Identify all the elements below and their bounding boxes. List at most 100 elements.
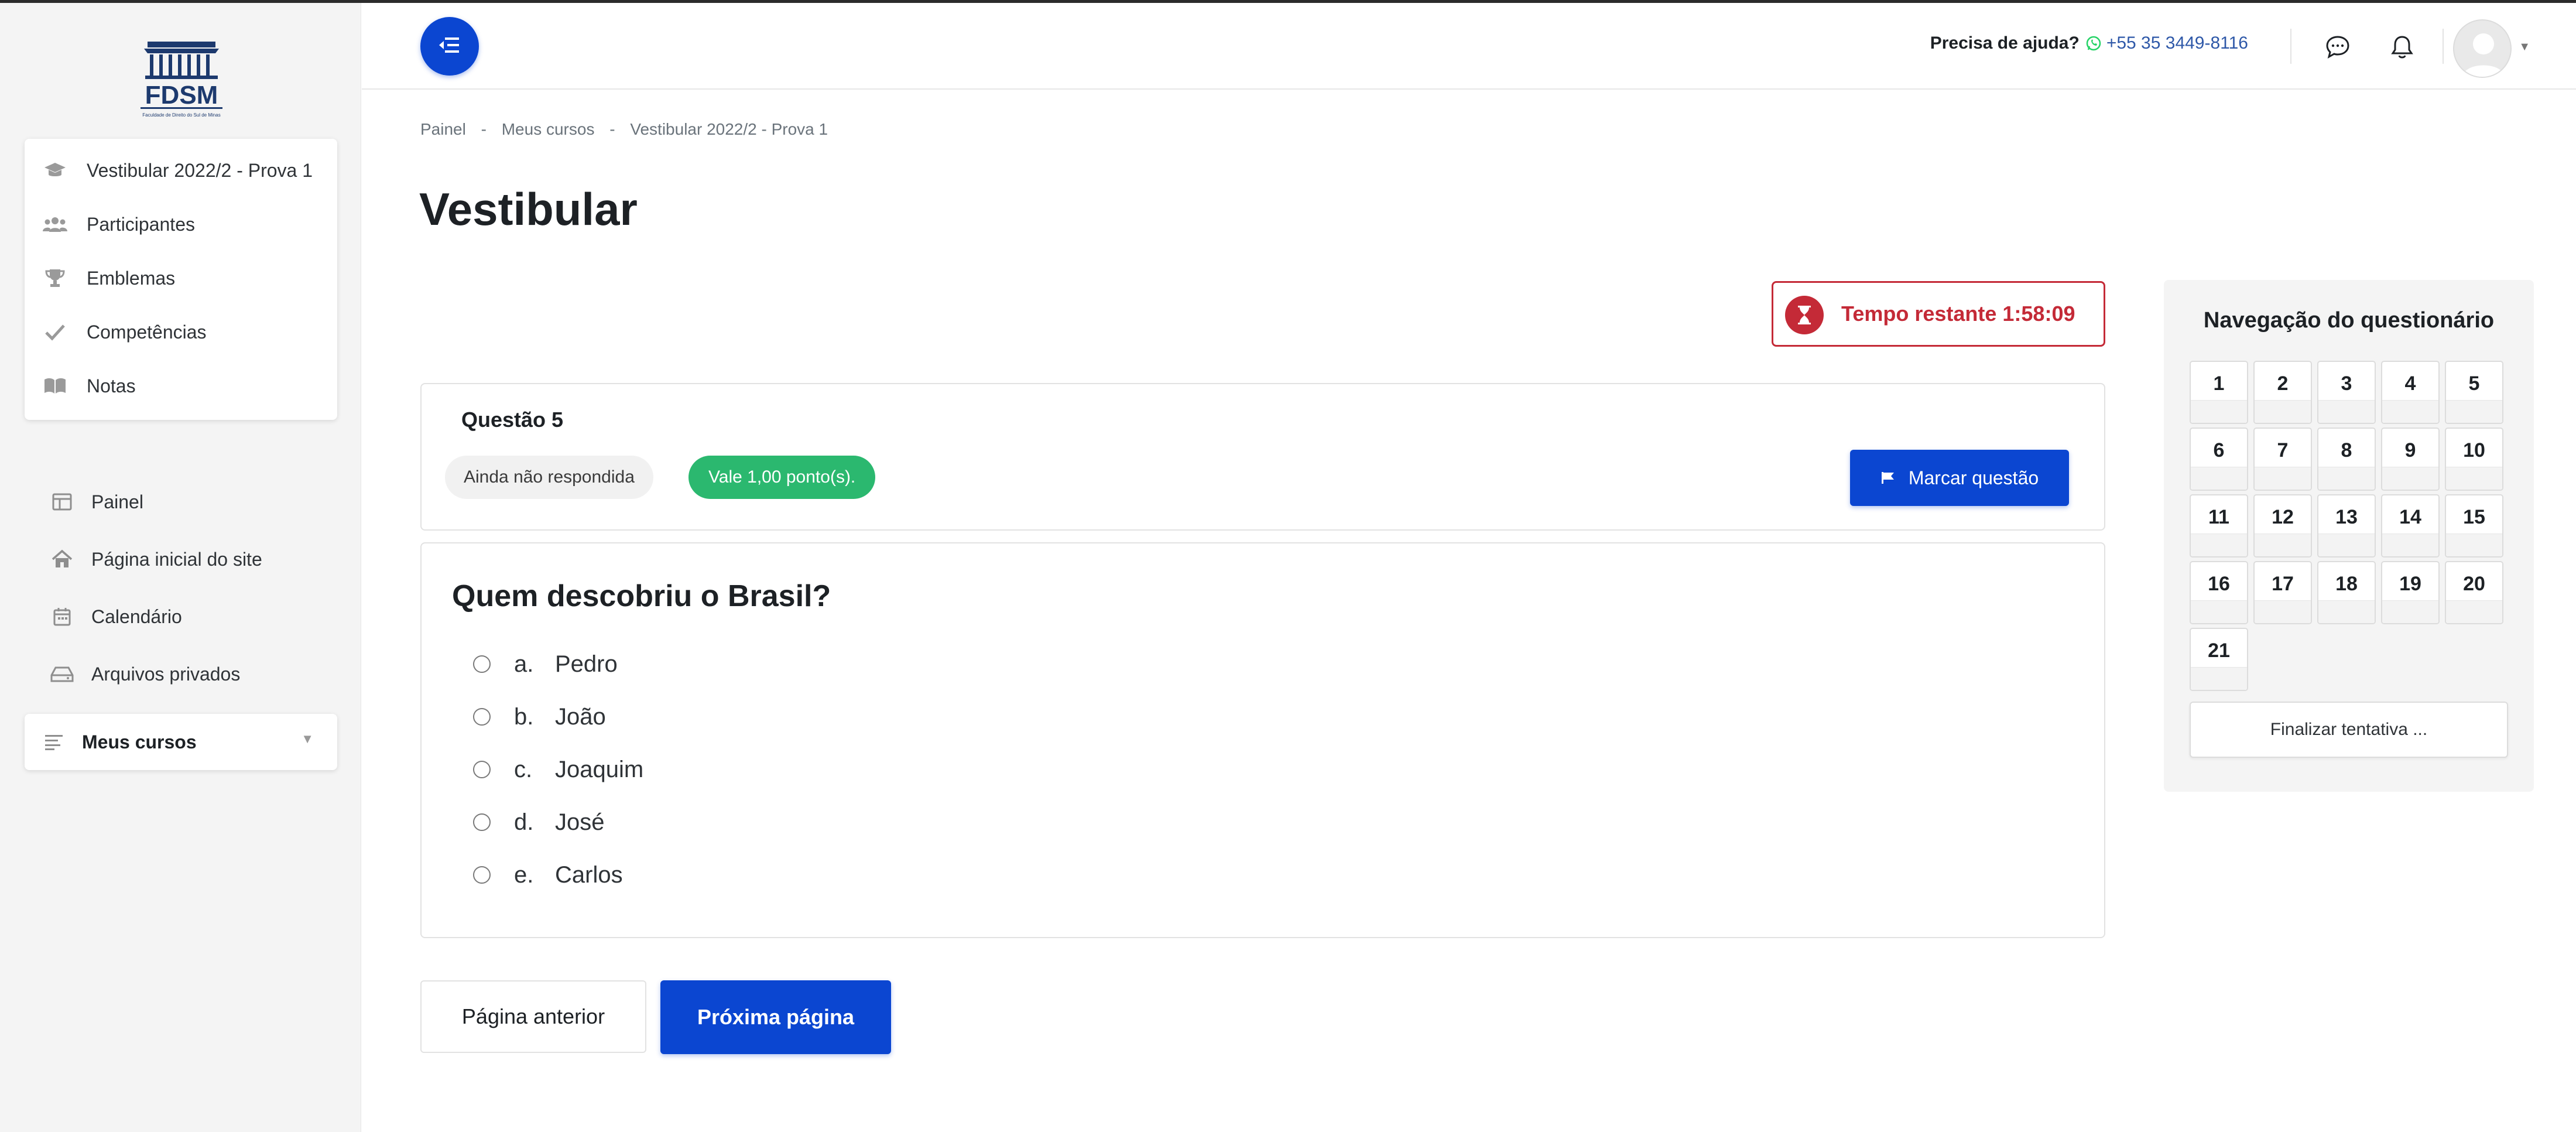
sidebar-item-label: Arquivos privados — [91, 663, 241, 685]
quiz-navigation-panel: Navegação do questionário 1 2 3 4 5 6 7 … — [2164, 280, 2534, 792]
answer-option-c[interactable]: c. Joaquim — [473, 752, 643, 787]
question-nav-button[interactable]: 21 — [2190, 628, 2248, 691]
sidebar-item-calendar[interactable]: Calendário — [0, 590, 361, 644]
question-nav-button[interactable]: 17 — [2253, 561, 2312, 624]
help-contact: Precisa de ajuda? +55 35 3449-8116 — [1930, 33, 2248, 53]
sidebar-item-grades[interactable]: Notas — [25, 359, 337, 413]
sidebar-item-private-files[interactable]: Arquivos privados — [0, 647, 361, 701]
sidebar-item-label: Competências — [87, 321, 207, 343]
question-nav-button[interactable]: 16 — [2190, 561, 2248, 624]
sidebar-item-label: Vestibular 2022/2 - Prova 1 — [87, 159, 313, 181]
sidebar-item-competencies[interactable]: Competências — [25, 305, 337, 359]
question-nav-button[interactable]: 15 — [2445, 494, 2503, 558]
question-nav-button[interactable]: 2 — [2253, 361, 2312, 424]
question-nav-button[interactable]: 3 — [2317, 361, 2376, 424]
site-logo[interactable]: FDSM Faculdade de Direito do Sul de Mina… — [136, 38, 227, 120]
whatsapp-icon — [2085, 35, 2102, 52]
flag-question-button[interactable]: Marcar questão — [1850, 450, 2069, 506]
question-nav-button[interactable]: 6 — [2190, 428, 2248, 491]
question-nav-button[interactable]: 5 — [2445, 361, 2503, 424]
answer-letter: a. — [514, 651, 534, 677]
question-nav-button[interactable]: 9 — [2381, 428, 2440, 491]
answer-option-b[interactable]: b. João — [473, 699, 606, 734]
answer-radio[interactable] — [473, 655, 491, 673]
answer-letter: d. — [514, 809, 534, 835]
time-remaining-label: Tempo restante 1:58:09 — [1841, 302, 2075, 326]
answer-radio[interactable] — [473, 708, 491, 726]
menu-toggle-button[interactable] — [420, 17, 479, 76]
question-nav-number: 14 — [2399, 506, 2421, 528]
menu-toggle-icon — [438, 35, 461, 58]
sidebar-item-badges[interactable]: Emblemas — [25, 251, 337, 305]
logo-subtext: Faculdade de Direito do Sul de Minas — [142, 112, 220, 118]
answer-radio[interactable] — [473, 866, 491, 884]
answer-option-d[interactable]: d. José — [473, 805, 605, 840]
question-nav-number: 1 — [2213, 372, 2225, 395]
my-courses-label: Meus cursos — [82, 731, 197, 753]
answer-radio[interactable] — [473, 813, 491, 831]
home-icon — [49, 546, 75, 572]
sidebar-item-dashboard[interactable]: Painel — [0, 475, 361, 529]
question-nav-number: 2 — [2277, 372, 2289, 395]
question-nav-number: 15 — [2463, 506, 2485, 528]
question-nav-number: 7 — [2277, 439, 2289, 461]
message-icon — [2325, 35, 2351, 59]
my-courses-dropdown[interactable]: Meus cursos ▼ — [25, 714, 337, 770]
question-nav-button[interactable]: 20 — [2445, 561, 2503, 624]
question-nav-button[interactable]: 7 — [2253, 428, 2312, 491]
bell-icon — [2390, 34, 2414, 60]
next-page-button[interactable]: Próxima página — [660, 980, 891, 1054]
question-nav-number: 4 — [2404, 372, 2416, 395]
question-nav-button[interactable]: 13 — [2317, 494, 2376, 558]
help-phone-link[interactable]: +55 35 3449-8116 — [2106, 33, 2248, 53]
answer-option-a[interactable]: a. Pedro — [473, 647, 618, 682]
breadcrumb-dashboard[interactable]: Painel — [420, 120, 466, 138]
question-nav-button[interactable]: 18 — [2317, 561, 2376, 624]
time-remaining-box: Tempo restante 1:58:09 — [1772, 281, 2105, 347]
breadcrumb-separator: - — [609, 120, 615, 138]
question-nav-button[interactable]: 10 — [2445, 428, 2503, 491]
graduation-cap-icon — [42, 158, 68, 183]
flag-icon — [1880, 471, 1896, 485]
sidebar-item-label: Notas — [87, 375, 136, 396]
users-icon — [42, 211, 68, 237]
list-icon — [41, 729, 67, 755]
check-icon — [42, 319, 68, 345]
question-grade-badge: Vale 1,00 ponto(s). — [688, 456, 876, 499]
sidebar-item-course[interactable]: Vestibular 2022/2 - Prova 1 — [25, 143, 337, 197]
sidebar-item-label: Emblemas — [87, 267, 176, 289]
sidebar-item-label: Painel — [91, 491, 143, 512]
chevron-down-icon[interactable]: ▼ — [2519, 40, 2530, 54]
answer-option-e[interactable]: e. Carlos — [473, 857, 623, 892]
answer-radio[interactable] — [473, 761, 491, 778]
sidebar-item-participants[interactable]: Participantes — [25, 197, 337, 251]
hourglass-icon — [1785, 296, 1824, 334]
notifications-button[interactable] — [2386, 31, 2418, 63]
question-nav-button[interactable]: 19 — [2381, 561, 2440, 624]
breadcrumb-my-courses[interactable]: Meus cursos — [502, 120, 595, 138]
messages-button[interactable] — [2322, 31, 2354, 63]
breadcrumb-course[interactable]: Vestibular 2022/2 - Prova 1 — [630, 120, 828, 138]
question-nav-button[interactable]: 8 — [2317, 428, 2376, 491]
question-state-badge: Ainda não respondida — [445, 456, 653, 499]
question-nav-button[interactable]: 4 — [2381, 361, 2440, 424]
question-nav-number: 6 — [2213, 439, 2225, 461]
header-divider — [2443, 29, 2444, 64]
previous-page-button[interactable]: Página anterior — [420, 980, 646, 1053]
breadcrumb: Painel - Meus cursos - Vestibular 2022/2… — [420, 120, 838, 139]
site-navigation: Painel Página inicial do site Calendário… — [0, 475, 361, 709]
book-icon — [42, 373, 68, 399]
finish-attempt-button[interactable]: Finalizar tentativa ... — [2190, 702, 2508, 758]
sidebar-item-home[interactable]: Página inicial do site — [0, 532, 361, 586]
chevron-down-icon: ▼ — [301, 731, 314, 746]
question-nav-button[interactable]: 1 — [2190, 361, 2248, 424]
question-nav-number: 18 — [2335, 573, 2358, 595]
user-avatar[interactable] — [2453, 19, 2512, 78]
question-nav-number: 10 — [2463, 439, 2485, 461]
question-nav-button[interactable]: 11 — [2190, 494, 2248, 558]
question-nav-button[interactable]: 12 — [2253, 494, 2312, 558]
question-nav-button[interactable]: 14 — [2381, 494, 2440, 558]
question-text: Quem descobriu o Brasil? — [452, 579, 831, 613]
question-nav-number: 12 — [2272, 506, 2294, 528]
question-content-card: Quem descobriu o Brasil? a. Pedro b. Joã… — [420, 542, 2105, 938]
